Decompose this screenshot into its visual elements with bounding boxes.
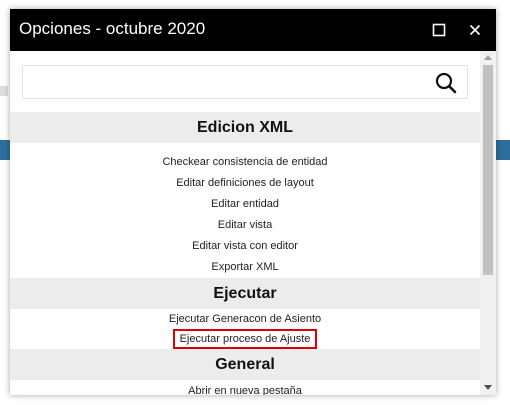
search-input[interactable] xyxy=(31,70,425,96)
vertical-scrollbar[interactable] xyxy=(480,51,496,395)
scroll-thumb[interactable] xyxy=(483,65,493,275)
menu-item-label: Checkear consistencia de entidad xyxy=(162,155,328,168)
menu-item-editar-definiciones-layout[interactable]: Editar definiciones de layout xyxy=(10,172,480,193)
scroll-down-icon[interactable] xyxy=(484,385,492,390)
menu-item-label: Editar entidad xyxy=(211,197,279,210)
dialog-titlebar: Opciones - octubre 2020 xyxy=(10,9,496,51)
menu-item-abrir-nueva-pestana[interactable]: Abrir en nueva pestaña xyxy=(10,380,480,396)
section-title: Edicion XML xyxy=(197,118,293,136)
menu-item-label: Editar definiciones de layout xyxy=(176,176,314,189)
close-icon xyxy=(469,24,481,36)
menu-item-label: Editar vista con editor xyxy=(192,239,298,252)
section-header-general: General xyxy=(10,349,480,380)
menu-item-label: Ejecutar Generacon de Asiento xyxy=(168,312,322,325)
section-header-ejecutar: Ejecutar xyxy=(10,278,480,309)
maximize-button[interactable] xyxy=(426,17,452,43)
section-header-edicion-xml: Edicion XML xyxy=(10,112,480,143)
menu-item-checkear-consistencia[interactable]: Checkear consistencia de entidad xyxy=(10,151,480,172)
options-list: Edicion XML Checkear consistencia de ent… xyxy=(10,51,480,395)
menu-item-editar-entidad[interactable]: Editar entidad xyxy=(10,193,480,214)
menu-item-ejecutar-generacion-asiento[interactable]: Ejecutar Generacon de Asiento xyxy=(10,308,480,329)
menu-item-exportar-xml[interactable]: Exportar XML xyxy=(10,256,480,277)
dialog-title: Opciones - octubre 2020 xyxy=(19,19,206,38)
background-edge xyxy=(0,86,8,96)
options-dialog: Opciones - octubre 2020 Edicion XML Chec… xyxy=(10,9,496,395)
search-icon[interactable] xyxy=(433,70,459,96)
close-button[interactable] xyxy=(462,17,488,43)
maximize-icon xyxy=(432,23,446,37)
scroll-up-icon[interactable] xyxy=(484,55,492,60)
menu-item-editar-vista[interactable]: Editar vista xyxy=(10,214,480,235)
menu-item-label: Ejecutar proceso de Ajuste xyxy=(172,328,318,349)
section-title: General xyxy=(215,355,275,373)
menu-item-ejecutar-proceso-ajuste[interactable]: Ejecutar proceso de Ajuste xyxy=(10,328,480,349)
search-box xyxy=(22,65,468,99)
menu-item-label: Exportar XML xyxy=(211,260,279,273)
menu-item-label: Abrir en nueva pestaña xyxy=(188,384,302,396)
menu-item-editar-vista-con-editor[interactable]: Editar vista con editor xyxy=(10,235,480,256)
menu-item-label: Editar vista xyxy=(217,218,273,231)
section-title: Ejecutar xyxy=(213,284,277,302)
